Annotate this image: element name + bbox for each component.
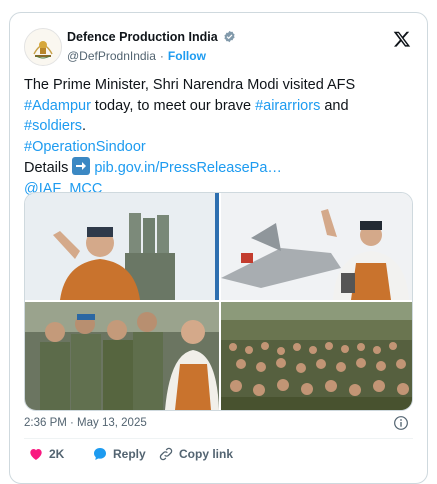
details-link[interactable]: pib.gov.in/PressReleasePa… [94, 160, 282, 176]
handle-row: @DefProdnIndia · Follow [67, 49, 206, 63]
info-icon[interactable] [393, 415, 409, 431]
author-name-text[interactable]: Defence Production India [67, 30, 218, 44]
details-label: Details [24, 160, 73, 176]
reply-label: Reply [113, 447, 146, 461]
tweet-text-line1: The Prime Minister, Shri Narendra Modi v… [24, 77, 356, 93]
photo-pm-with-airwarriors[interactable] [25, 302, 219, 410]
like-button[interactable]: 2K [28, 446, 64, 464]
photo-pm-salute[interactable] [25, 193, 219, 300]
tweet-header: Defence Production India @DefProdnIndia ·… [24, 28, 413, 68]
reply-button[interactable]: Reply [92, 446, 146, 464]
x-logo-icon[interactable] [393, 30, 411, 48]
tweet-text-period: . [82, 118, 87, 134]
copy-link-button[interactable]: Copy link [158, 446, 233, 464]
verified-badge-icon [224, 30, 235, 43]
photo-crowd-of-soldiers[interactable] [221, 302, 412, 410]
reply-icon [94, 448, 106, 460]
separator-dot: · [159, 49, 164, 63]
hashtag-adampur[interactable]: #Adampur [24, 98, 91, 114]
author-name[interactable]: Defence Production India [67, 30, 236, 44]
like-count: 2K [49, 447, 65, 461]
tweet-text-mid: today, to meet our brave [90, 97, 256, 114]
divider [24, 438, 413, 439]
copy-link-label: Copy link [179, 447, 234, 461]
right-arrow-icon [72, 157, 91, 175]
tweet-timestamp[interactable]: 2:36 PM · May 13, 2025 [24, 417, 147, 429]
heart-icon [30, 449, 42, 460]
tweet-text: The Prime Minister, Shri Narendra Modi v… [24, 75, 419, 199]
photo-pm-fighter-jet[interactable] [221, 193, 412, 300]
emblem-logo [25, 29, 61, 65]
tweet-text-and: and [320, 97, 349, 114]
tweet-card[interactable]: Defence Production India @DefProdnIndia ·… [9, 12, 428, 484]
hashtag-airwarriors[interactable]: #airarriors [255, 98, 320, 114]
media-grid[interactable] [24, 192, 413, 411]
author-handle[interactable]: @DefProdnIndia [67, 49, 156, 63]
link-icon [159, 447, 173, 461]
hashtag-operation-sindoor[interactable]: #OperationSindoor [24, 139, 146, 155]
hashtag-soldiers[interactable]: #soldiers [24, 118, 82, 134]
follow-button[interactable]: Follow [168, 49, 206, 63]
avatar[interactable] [24, 28, 62, 66]
